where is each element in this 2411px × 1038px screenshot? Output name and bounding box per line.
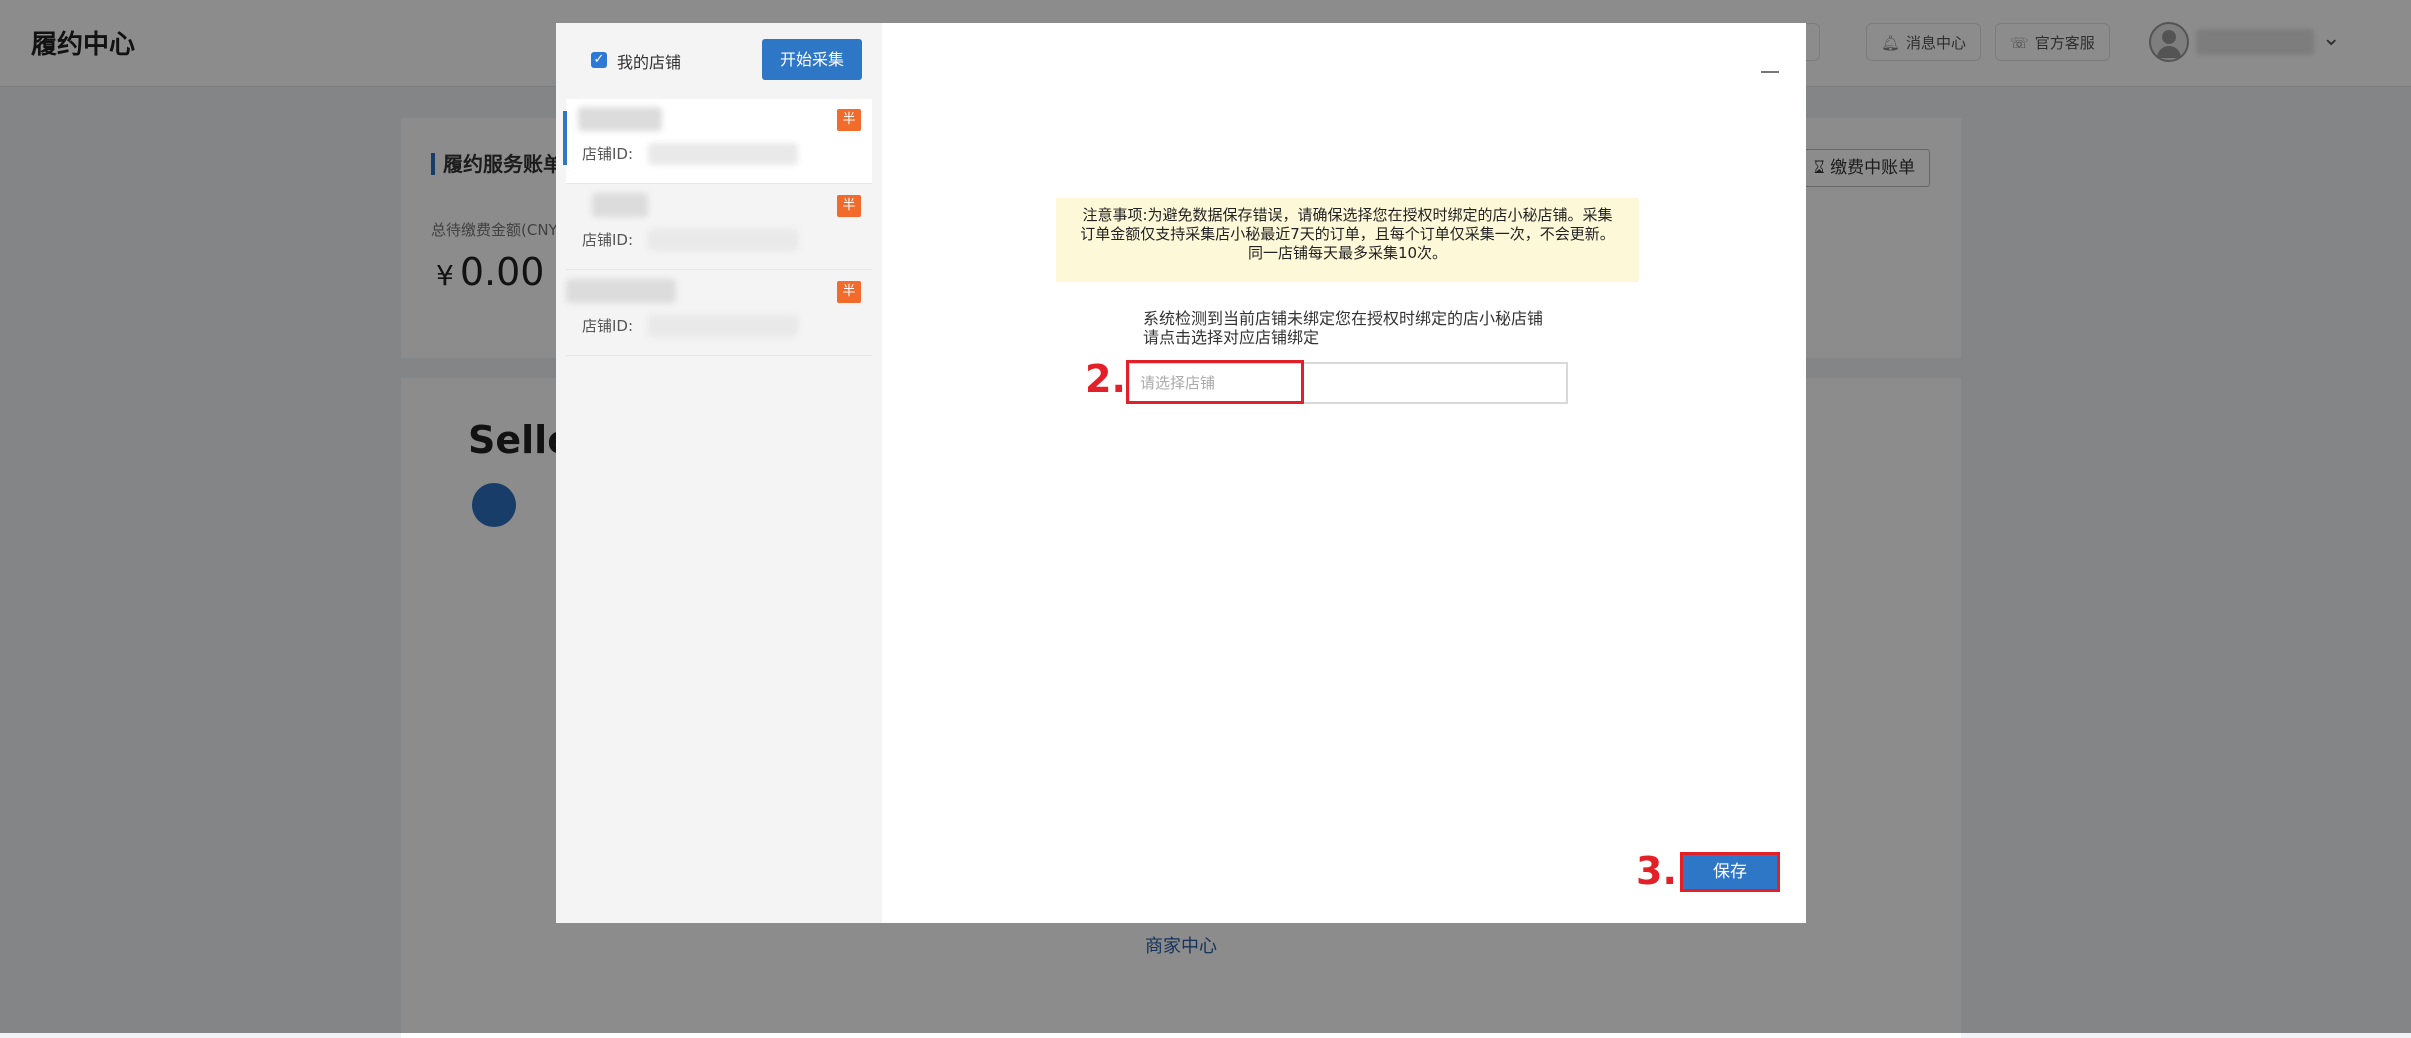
store-item[interactable]: 店铺ID: 半 <box>566 185 872 270</box>
store-id-label: 店铺ID: <box>582 231 634 249</box>
notice-line: 订单金额仅支持采集店小秘最近7天的订单，且每个订单仅采集一次，不会更新。 <box>1080 225 1615 243</box>
my-stores-label: 我的店铺 <box>617 53 682 72</box>
store-name-blurred <box>592 193 648 217</box>
notice-line: 注意事项:为避免数据保存错误，请确保选择您在授权时绑定的店小秘店铺。采集 <box>1082 206 1613 224</box>
store-sidebar: ✓ 我的店铺 开始采集 店铺ID: 半 店铺ID: 半 店铺ID: 半 <box>556 23 882 923</box>
bind-warning-line: 请点击选择对应店铺绑定 <box>1143 328 1320 347</box>
store-tag: 半 <box>837 281 861 303</box>
save-button[interactable]: 保存 <box>1680 852 1780 892</box>
highlight-box-step2 <box>1126 360 1304 404</box>
store-tag: 半 <box>837 195 861 217</box>
collect-modal: ✓ 我的店铺 开始采集 店铺ID: 半 店铺ID: 半 店铺ID: 半 注意事项… <box>556 23 1806 923</box>
minimize-icon[interactable] <box>1761 71 1779 73</box>
sidebar-header: ✓ 我的店铺 开始采集 <box>556 23 882 97</box>
store-id-label: 店铺ID: <box>582 145 634 163</box>
my-stores-checkbox[interactable]: ✓ <box>591 52 607 68</box>
store-id-blurred <box>648 229 798 251</box>
notice-box: 注意事项:为避免数据保存错误，请确保选择您在授权时绑定的店小秘店铺。采集 订单金… <box>1056 198 1639 282</box>
notice-line: 同一店铺每天最多采集10次。 <box>1247 244 1448 262</box>
step3-annotation: 3. <box>1636 849 1677 893</box>
store-id-blurred <box>648 315 798 337</box>
start-collect-button[interactable]: 开始采集 <box>762 39 862 80</box>
store-item[interactable]: 店铺ID: 半 <box>566 271 872 356</box>
store-item[interactable]: 店铺ID: 半 <box>563 99 872 184</box>
store-name-blurred <box>578 107 662 131</box>
step2-annotation: 2. <box>1085 357 1126 401</box>
store-id-blurred <box>648 143 798 165</box>
store-name-blurred <box>566 279 676 303</box>
store-id-label: 店铺ID: <box>582 317 634 335</box>
store-tag: 半 <box>837 109 861 131</box>
bind-warning: 系统检测到当前店铺未绑定您在授权时绑定的店小秘店铺 请点击选择对应店铺绑定 <box>1143 309 1583 347</box>
bind-warning-line: 系统检测到当前店铺未绑定您在授权时绑定的店小秘店铺 <box>1143 309 1544 328</box>
